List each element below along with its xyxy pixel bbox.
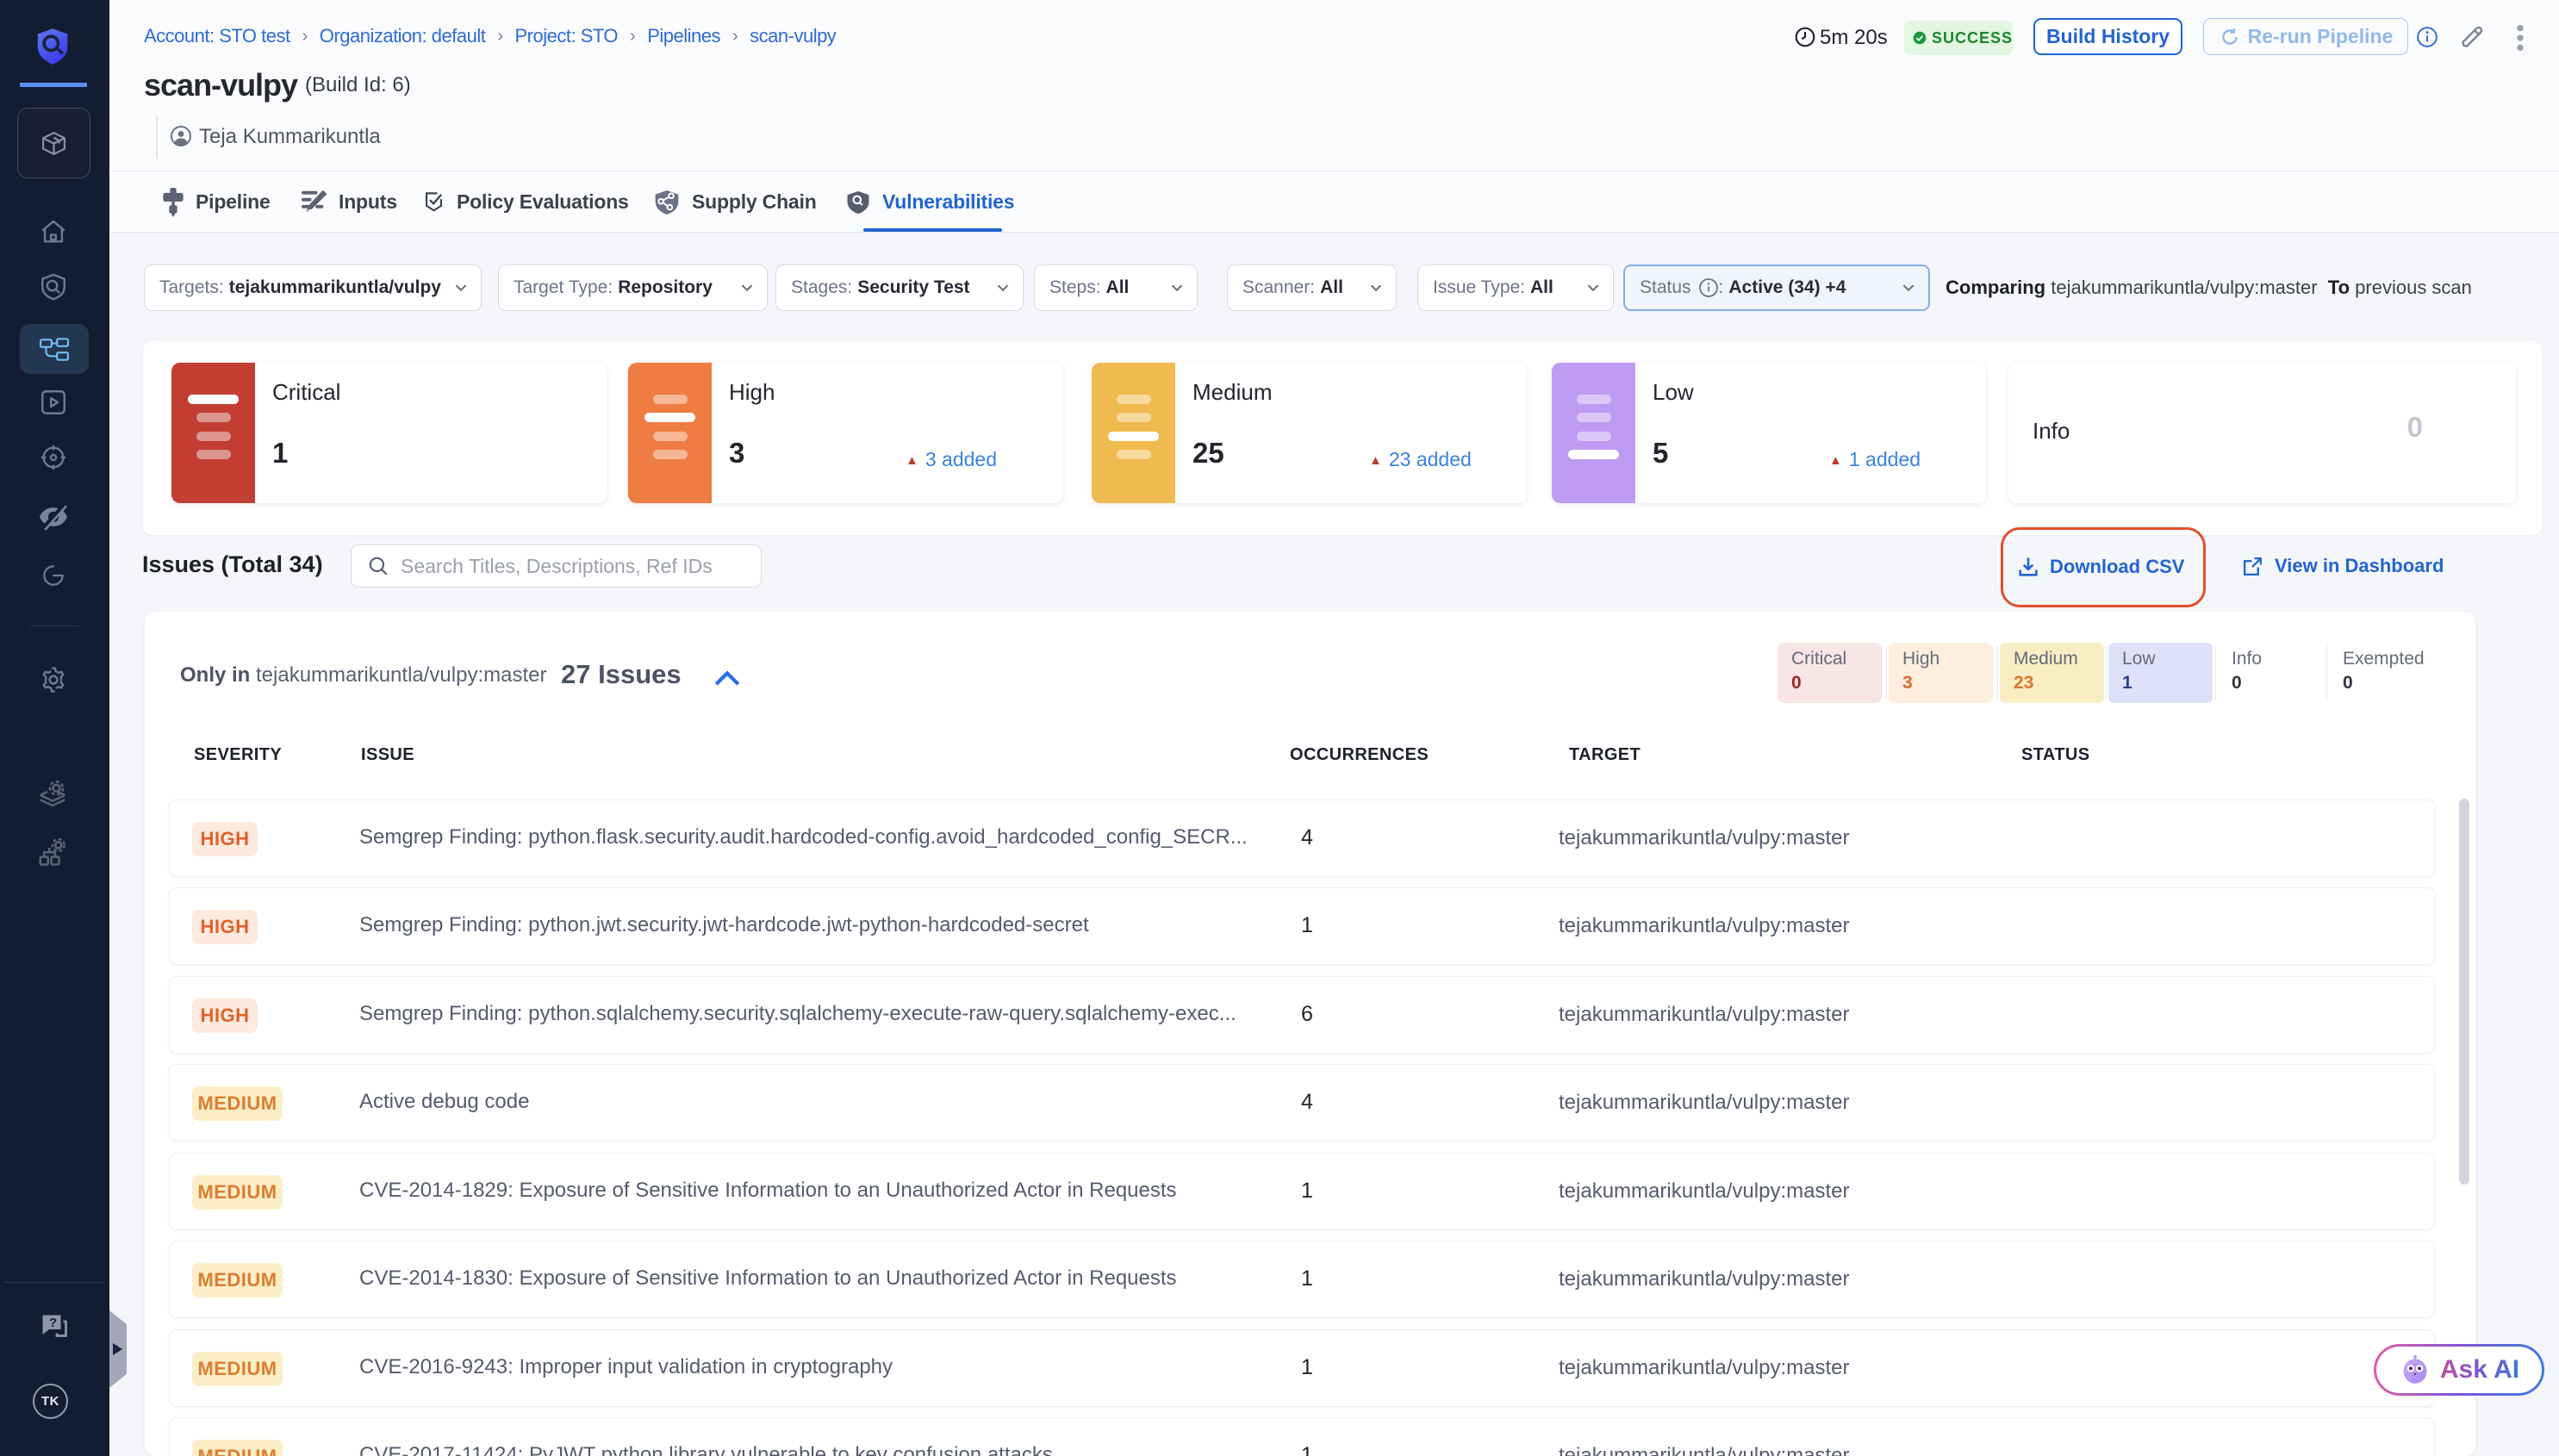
svg-text:?: ? xyxy=(49,1316,57,1330)
